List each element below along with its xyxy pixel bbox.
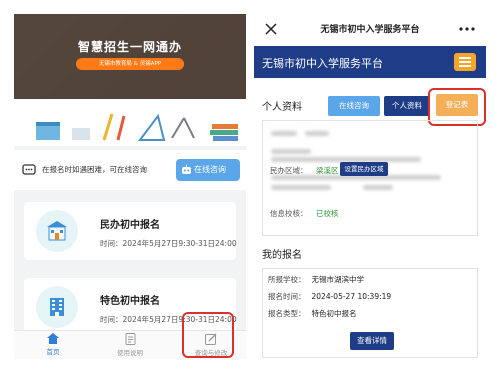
blurred-text — [305, 131, 329, 136]
row-value: 2024-05-27 10:39:19 — [311, 292, 392, 301]
tab-home-label: 首页 — [46, 348, 60, 356]
site-header: 无锡市初中入学服务平台 — [254, 46, 486, 78]
tab-guide[interactable]: 使用说明 — [95, 333, 165, 357]
private-school-registration-card[interactable]: 民办初中报名 时间：2024年5月27日9:30-31日24:00 — [24, 202, 237, 260]
left-phone-screen: 智慧招生一网通办 无锡市教育局 & 灵锡APP 在报名时如遇困难，可在线咨询 在… — [14, 14, 246, 359]
row-label: 报名类型： — [268, 309, 306, 318]
banner-title: 智慧招生一网通办 — [77, 40, 182, 54]
online-consult-button[interactable]: 在线咨询 — [328, 96, 380, 116]
home-banner: 智慧招生一网通办 无锡市教育局 & 灵锡APP — [14, 14, 246, 146]
menu-icon — [459, 57, 471, 59]
online-consult-label: 在线咨询 — [194, 165, 226, 174]
profile-section-title: 个人资料 — [262, 102, 302, 113]
consult-tip-bar: 在报名时如遇困难，可在线咨询 在线咨询 — [14, 150, 246, 190]
highlight-box-query-tab — [182, 312, 234, 358]
home-icon — [47, 333, 59, 344]
row-value: 无锡市湖滨中学 — [311, 275, 365, 284]
card-title: 民办初中报名 — [100, 220, 160, 231]
site-title: 无锡市初中入学服务平台 — [262, 57, 383, 70]
more-icon[interactable] — [459, 27, 475, 31]
window-title: 无锡市初中入学服务平台 — [320, 25, 420, 35]
consult-tip-text: 在报名时如遇困难，可在线咨询 — [42, 165, 147, 174]
registration-section-title: 我的报名 — [262, 250, 302, 261]
blurred-text — [271, 185, 331, 190]
row-value: 特色初中报名 — [311, 309, 357, 318]
registration-row: 报名时间： 2024-05-27 10:39:19 — [268, 291, 391, 302]
verify-label: 信息校核： — [270, 209, 308, 218]
card-time: 时间：2024年5月27日9:30-31日24:00 — [100, 239, 237, 248]
tab-guide-label: 使用说明 — [117, 349, 143, 357]
blurred-text — [271, 131, 297, 136]
district-value: 梁溪区 — [316, 166, 339, 175]
school-building-icon — [36, 210, 78, 252]
online-consult-button[interactable]: 在线咨询 — [176, 159, 240, 181]
chalkboard-background — [14, 14, 246, 99]
registration-row: 所报学校： 无锡市湖滨中学 — [268, 274, 364, 285]
registration-row: 报名类型： 特色初中报名 — [268, 308, 357, 319]
verify-value: 已校核 — [316, 209, 339, 218]
document-icon — [125, 333, 135, 345]
card-title: 特色初中报名 — [100, 296, 160, 307]
blurred-text — [271, 149, 311, 154]
banner-subtitle: 无锡市教育局 & 灵锡APP — [76, 58, 184, 70]
books-illustration — [210, 124, 238, 141]
district-label: 民办区域： — [270, 166, 308, 175]
window-top-bar: 无锡市初中入学服务平台 — [254, 14, 486, 44]
right-phone-screen: 无锡市初中入学服务平台 无锡市初中入学服务平台 个人资料 在线咨询 个人资料 登… — [254, 14, 486, 359]
chat-icon — [22, 164, 36, 175]
blurred-text — [363, 185, 393, 190]
office-building-icon — [36, 286, 78, 328]
tab-home[interactable]: 首页 — [18, 333, 88, 356]
view-details-button[interactable]: 查看详情 — [350, 332, 394, 350]
row-label: 所报学校： — [268, 275, 306, 284]
menu-button[interactable] — [454, 53, 476, 71]
row-label: 报名时间： — [268, 292, 306, 301]
set-district-button[interactable]: 设置民办区域 — [340, 162, 388, 176]
robot-icon — [182, 164, 191, 174]
profile-button[interactable]: 个人资料 — [384, 96, 430, 116]
stationery-illustration — [36, 113, 195, 141]
